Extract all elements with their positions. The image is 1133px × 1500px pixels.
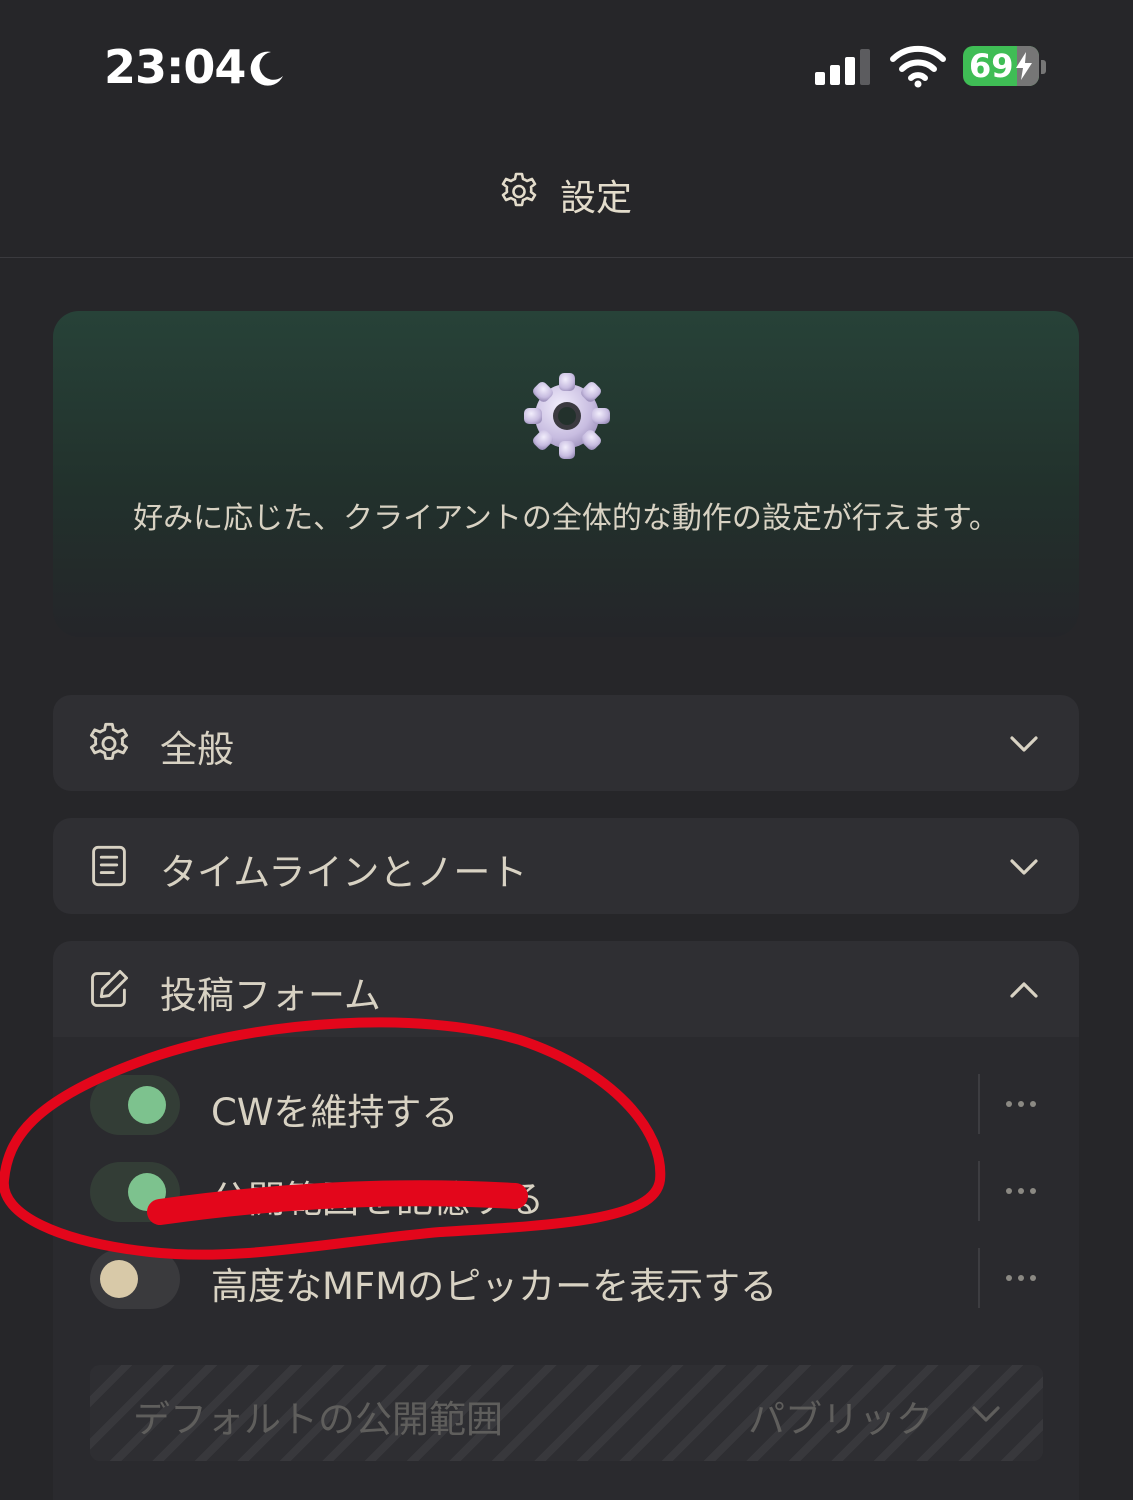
section-timeline[interactable]: タイムラインとノート: [53, 818, 1079, 914]
battery-nub: [1041, 60, 1046, 74]
chevron-down-icon: [1010, 736, 1038, 752]
bolt-icon: [1016, 52, 1032, 80]
banner-description: 好みに応じた、クライアントの全体的な動作の設定が行えます。: [133, 501, 999, 536]
battery-charging-icon: 69: [963, 46, 1039, 86]
chevron-down-icon: [972, 1406, 1000, 1422]
toggle-row-remember-visibility: 公開範囲を記憶する: [53, 1147, 1079, 1235]
wifi-icon: [890, 45, 946, 88]
section-general[interactable]: 全般: [53, 695, 1079, 791]
toggle-row-mfm-picker: 高度なMFMのピッカーを表示する: [53, 1234, 1079, 1322]
switch-knob: [128, 1086, 166, 1124]
page-title: 設定: [560, 178, 633, 219]
moon-icon: [250, 51, 283, 86]
post-form-body: CWを維持する 公開範囲を記憶する 高度なMFMのピッカーを表示する デフォルト…: [53, 1037, 1079, 1500]
row-divider: [978, 1161, 980, 1221]
status-time: 23:04: [104, 40, 246, 94]
section-timeline-label: タイムラインとノート: [160, 851, 528, 894]
default-visibility-label: デフォルトの公開範囲: [133, 1398, 503, 1441]
status-bar: 23:04 69: [0, 0, 1133, 135]
switch-knob: [100, 1260, 138, 1298]
section-post-form[interactable]: 投稿フォーム: [53, 941, 1079, 1037]
page-header: 設定: [0, 135, 1133, 258]
section-general-label: 全般: [160, 728, 234, 771]
keep-cw-switch[interactable]: [90, 1075, 180, 1135]
more-icon[interactable]: [1003, 1173, 1039, 1209]
gear-icon: [501, 172, 537, 207]
switch-knob: [128, 1173, 166, 1211]
more-icon[interactable]: [1003, 1260, 1039, 1296]
row-divider: [978, 1074, 980, 1134]
more-icon[interactable]: [1003, 1086, 1039, 1122]
remember-visibility-switch[interactable]: [90, 1162, 180, 1222]
default-visibility-value: パブリック: [748, 1398, 933, 1441]
remember-visibility-label: 公開範囲を記憶する: [211, 1178, 544, 1221]
document-icon: [92, 845, 126, 887]
cellular-signal-icon: [815, 49, 870, 85]
gear-emoji: [524, 373, 610, 459]
default-visibility-select[interactable]: デフォルトの公開範囲 パブリック: [90, 1365, 1043, 1461]
edit-icon: [91, 969, 129, 1007]
chevron-up-icon: [1010, 982, 1038, 998]
toggle-row-keep-cw: CWを維持する: [53, 1060, 1079, 1148]
settings-banner: 好みに応じた、クライアントの全体的な動作の設定が行えます。: [53, 311, 1079, 637]
chevron-down-icon: [1010, 859, 1038, 875]
row-divider: [978, 1248, 980, 1308]
battery-percent: 69: [969, 47, 1014, 85]
keep-cw-label: CWを維持する: [211, 1091, 459, 1134]
gear-icon: [89, 722, 129, 760]
section-post-form-label: 投稿フォーム: [160, 974, 381, 1017]
mfm-picker-switch[interactable]: [90, 1249, 180, 1309]
mfm-picker-label: 高度なMFMのピッカーを表示する: [211, 1265, 778, 1308]
